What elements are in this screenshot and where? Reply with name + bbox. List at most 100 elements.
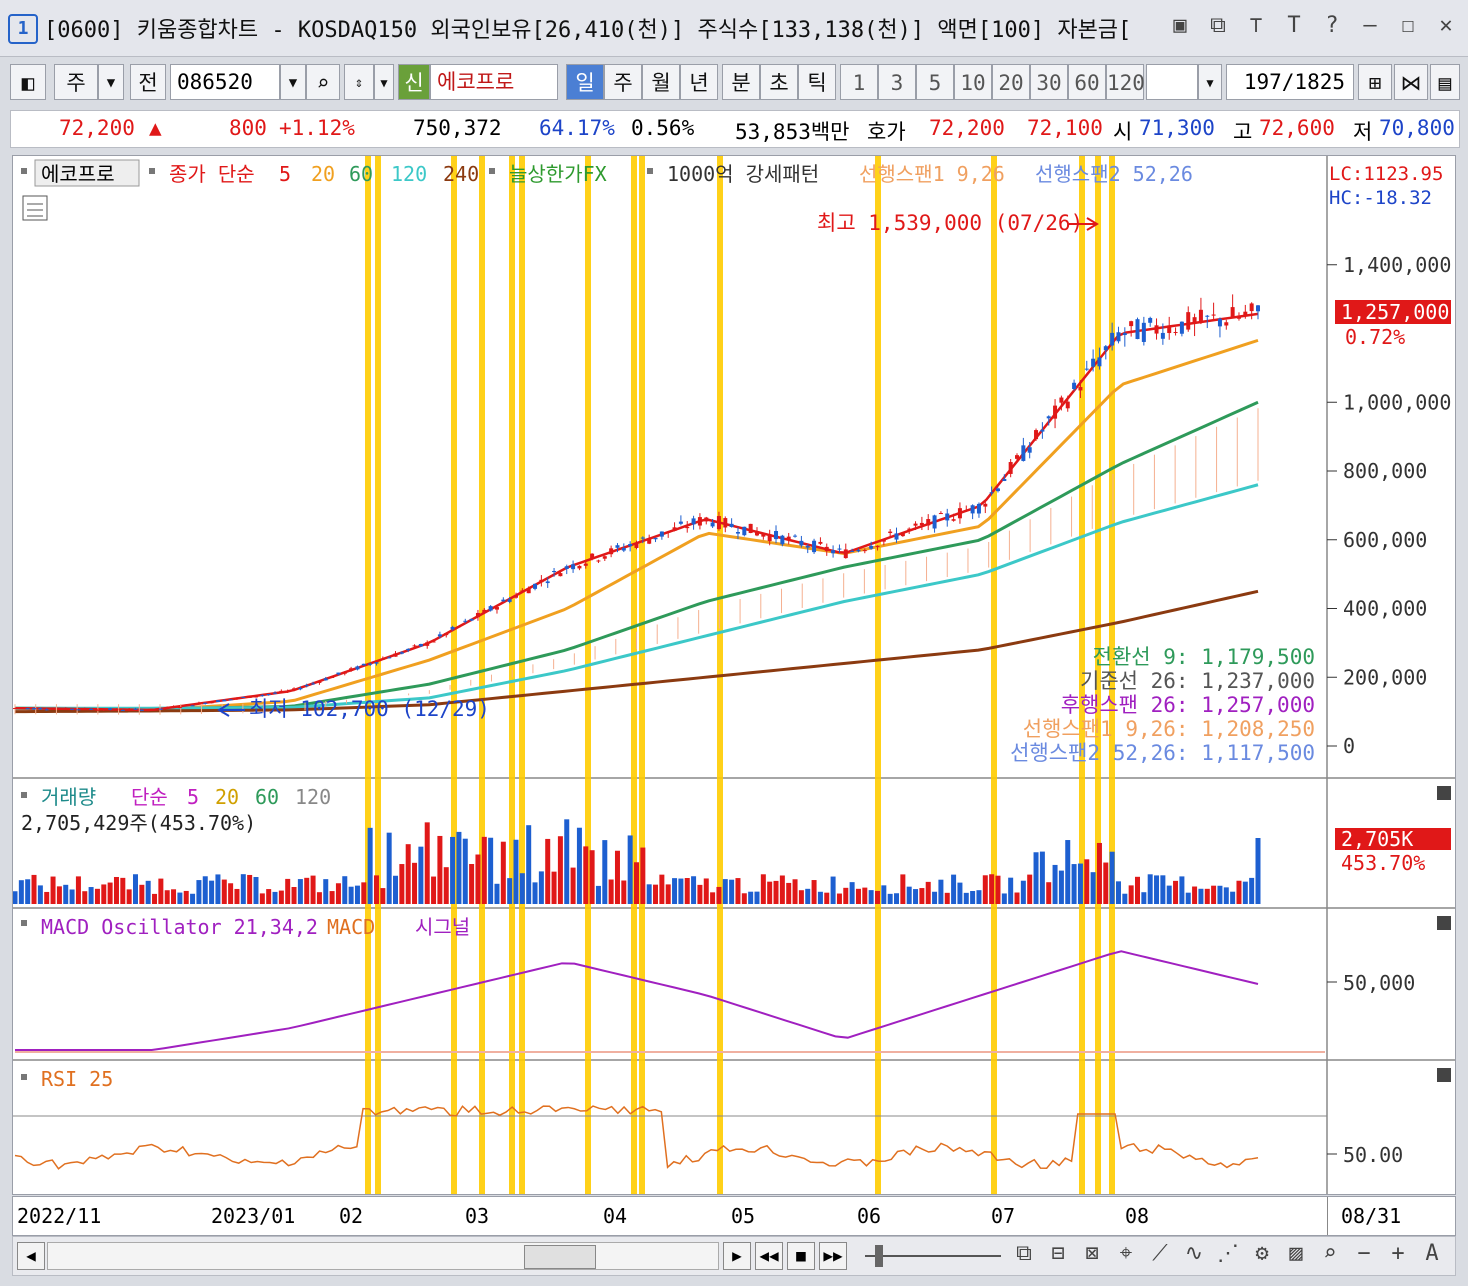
volume-bar bbox=[25, 879, 31, 904]
legend-stock-name[interactable]: 에코프로 bbox=[41, 162, 115, 186]
chart-area[interactable]: 1,400,000 1,000,000 800,000 600,000 400,000 2… bbox=[12, 155, 1456, 1195]
legend-span2[interactable]: 선행스팬2 52,26 bbox=[1035, 162, 1193, 186]
count-field[interactable]: 197/1825 bbox=[1226, 64, 1354, 100]
duplicate-icon[interactable]: ⧉ bbox=[1204, 10, 1232, 42]
zoom-in-icon[interactable]: + bbox=[1383, 1241, 1413, 1266]
volume-bar bbox=[855, 888, 861, 904]
stop-icon[interactable]: ■ bbox=[787, 1242, 815, 1270]
volume-bar bbox=[786, 882, 792, 904]
candle-body bbox=[108, 708, 113, 710]
wave-icon[interactable]: ∿ bbox=[1179, 1241, 1209, 1266]
candle-body bbox=[1160, 332, 1165, 339]
font-icon[interactable]: T bbox=[1280, 10, 1308, 42]
trendline-icon[interactable]: ⟋ bbox=[1145, 1241, 1175, 1266]
scrollbar-track[interactable] bbox=[47, 1242, 719, 1270]
period-day[interactable]: 일 bbox=[566, 64, 604, 100]
stepper-dropdown-icon[interactable]: ▼ bbox=[374, 64, 394, 100]
custom-interval-input[interactable] bbox=[1146, 64, 1198, 100]
settings-icon[interactable]: ⚙ bbox=[1247, 1241, 1277, 1266]
code-dropdown-icon[interactable]: ▼ bbox=[280, 64, 306, 100]
volume-bar bbox=[1071, 864, 1077, 904]
code-input[interactable]: 086520 bbox=[170, 64, 280, 100]
interval-5[interactable]: 5 bbox=[916, 64, 954, 100]
period-tick[interactable]: 틱 bbox=[798, 64, 836, 100]
custom-interval-dropdown-icon[interactable]: ▼ bbox=[1198, 64, 1222, 100]
volume-bar bbox=[951, 874, 957, 904]
zoom-slider-handle[interactable] bbox=[875, 1245, 883, 1267]
indicator-icon[interactable]: ⋈ bbox=[1394, 64, 1428, 100]
volume-bar bbox=[494, 883, 500, 904]
volume-bar bbox=[209, 880, 215, 904]
save-layout-icon[interactable]: ▤ bbox=[1430, 64, 1460, 100]
volume-close-icon[interactable] bbox=[1437, 786, 1451, 800]
volume-bar bbox=[101, 884, 107, 904]
legend-limit[interactable]: 늘상한가FX bbox=[509, 162, 607, 186]
new-badge[interactable]: 신 bbox=[398, 64, 430, 100]
interval-3[interactable]: 3 bbox=[878, 64, 916, 100]
panel-toggle-icon[interactable]: ◧ bbox=[10, 64, 46, 100]
zoom-icon[interactable]: ⌕ bbox=[1315, 1241, 1345, 1266]
period-second[interactable]: 초 bbox=[760, 64, 798, 100]
stepper-icon[interactable]: ⇕ bbox=[344, 64, 374, 100]
candle-body bbox=[856, 550, 861, 552]
candle-body bbox=[209, 702, 214, 704]
volume-bar bbox=[50, 876, 56, 904]
candle-body bbox=[437, 634, 442, 637]
image-icon[interactable]: ▨ bbox=[1281, 1241, 1311, 1266]
candle-body bbox=[190, 705, 195, 707]
legend-pattern[interactable]: 1000억 강세패턴 bbox=[667, 162, 819, 186]
highlight-band bbox=[631, 156, 637, 1194]
interval-1[interactable]: 1 bbox=[840, 64, 878, 100]
fast-forward-icon[interactable]: ▶▶ bbox=[819, 1242, 847, 1270]
layout-icon[interactable]: ▣ bbox=[1166, 10, 1194, 42]
maximize-icon[interactable]: ☐ bbox=[1394, 10, 1422, 42]
candle-body bbox=[602, 556, 607, 559]
legend-span1[interactable]: 선행스팬1 9,26 bbox=[859, 162, 1005, 186]
window-number[interactable]: 1 bbox=[8, 14, 38, 44]
help-icon[interactable]: ? bbox=[1318, 10, 1346, 42]
interval-60[interactable]: 60 bbox=[1068, 64, 1106, 100]
interval-120[interactable]: 120 bbox=[1106, 64, 1145, 100]
fan-icon[interactable]: ⋰ bbox=[1213, 1241, 1243, 1266]
text-tool-icon[interactable]: A bbox=[1417, 1241, 1447, 1266]
stock-name-field[interactable]: 에코프로 bbox=[430, 64, 558, 100]
chevron-down-icon[interactable]: ▼ bbox=[98, 64, 124, 100]
search-icon[interactable]: ⌕ bbox=[306, 64, 340, 100]
macd-legend[interactable]: MACD Oscillator 21,34,2 bbox=[41, 915, 318, 939]
pin-icon[interactable]: ⊤ bbox=[1242, 10, 1270, 42]
volume-legend[interactable]: 거래량 bbox=[41, 785, 96, 809]
macd-close-icon[interactable] bbox=[1437, 916, 1451, 930]
period-minute[interactable]: 분 bbox=[722, 64, 760, 100]
interval-30[interactable]: 30 bbox=[1030, 64, 1068, 100]
rsi-close-icon[interactable] bbox=[1437, 1068, 1451, 1082]
interval-20[interactable]: 20 bbox=[992, 64, 1030, 100]
market-select[interactable]: 주 bbox=[54, 64, 98, 100]
chart-svg[interactable]: 1,400,000 1,000,000 800,000 600,000 400,000 2… bbox=[12, 156, 1455, 1194]
volume-bar bbox=[862, 887, 868, 904]
volume-bar bbox=[659, 874, 665, 904]
period-month[interactable]: 월 bbox=[642, 64, 680, 100]
cursor-icon[interactable]: ⌖ bbox=[1111, 1241, 1141, 1266]
prev-button[interactable]: 전 bbox=[130, 64, 166, 100]
candle-body bbox=[831, 550, 836, 554]
chart-window: 1 [0600] 키움종합차트 - KOSDAQ150 외국인보유[26,410… bbox=[0, 0, 1468, 1286]
overlay-icon[interactable]: ⧉ bbox=[1009, 1241, 1039, 1266]
legend-close-ma[interactable]: 종가 단순 bbox=[169, 162, 255, 186]
volume-bar bbox=[1065, 840, 1071, 904]
split-icon[interactable]: ⊟ bbox=[1043, 1241, 1073, 1266]
zoom-slider[interactable] bbox=[865, 1255, 1001, 1257]
scroll-left-icon[interactable]: ◀ bbox=[17, 1242, 45, 1270]
minimize-icon[interactable]: — bbox=[1356, 10, 1384, 42]
period-week[interactable]: 주 bbox=[604, 64, 642, 100]
zoom-out-icon[interactable]: − bbox=[1349, 1241, 1379, 1266]
close-icon[interactable]: ✕ bbox=[1432, 10, 1460, 42]
play-icon[interactable]: ▶ bbox=[723, 1242, 751, 1270]
period-year[interactable]: 년 bbox=[680, 64, 718, 100]
interval-10[interactable]: 10 bbox=[954, 64, 992, 100]
candle-type-icon[interactable]: ⊞ bbox=[1358, 64, 1392, 100]
candle-body bbox=[120, 710, 125, 712]
rsi-legend[interactable]: RSI 25 bbox=[41, 1067, 113, 1091]
grid-icon[interactable]: ⊠ bbox=[1077, 1241, 1107, 1266]
scrollbar-thumb[interactable] bbox=[524, 1245, 596, 1269]
rewind-icon[interactable]: ◀◀ bbox=[755, 1242, 783, 1270]
